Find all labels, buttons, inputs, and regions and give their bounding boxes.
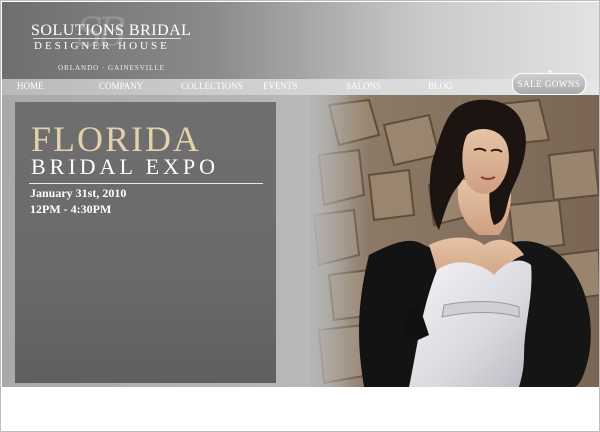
- sale-gowns-label: SALE GOWNS: [517, 79, 581, 89]
- fleur-ornament-icon: ✦: [547, 68, 553, 76]
- main-nav: HOME COMPANY COLLECTIONS EVENTS SALONS B…: [2, 69, 599, 95]
- expo-promo-panel[interactable]: FLORIDA BRIDAL EXPO January 31st, 2010 1…: [15, 102, 276, 383]
- logo-locations: ORLANDO · GAINESVILLE: [58, 64, 165, 72]
- nav-item-home[interactable]: HOME: [17, 81, 44, 91]
- page: SB SOLUTIONS BRIDAL DESIGNER HOUSE ORLAN…: [0, 0, 600, 432]
- nav-item-events[interactable]: EVENTS: [263, 81, 298, 91]
- nav-item-salons[interactable]: SALONS: [346, 81, 381, 91]
- nav-item-collections[interactable]: COLLECTIONS: [181, 81, 243, 91]
- nav-item-company[interactable]: COMPANY: [99, 81, 143, 91]
- nav-item-blog[interactable]: BLOG: [428, 81, 453, 91]
- logo-divider: [33, 38, 181, 39]
- promo-divider: [29, 183, 263, 184]
- promo-subtitle: BRIDAL EXPO: [31, 154, 220, 179]
- sale-gowns-button[interactable]: ✦ SALE GOWNS: [512, 69, 586, 95]
- promo-date: January 31st, 2010: [30, 186, 127, 200]
- bride-hero-image: [309, 95, 599, 387]
- promo-time: 12PM - 4:30PM: [30, 202, 112, 216]
- site-header: SB SOLUTIONS BRIDAL DESIGNER HOUSE ORLAN…: [2, 2, 599, 79]
- logo-subtitle[interactable]: DESIGNER HOUSE: [34, 40, 170, 52]
